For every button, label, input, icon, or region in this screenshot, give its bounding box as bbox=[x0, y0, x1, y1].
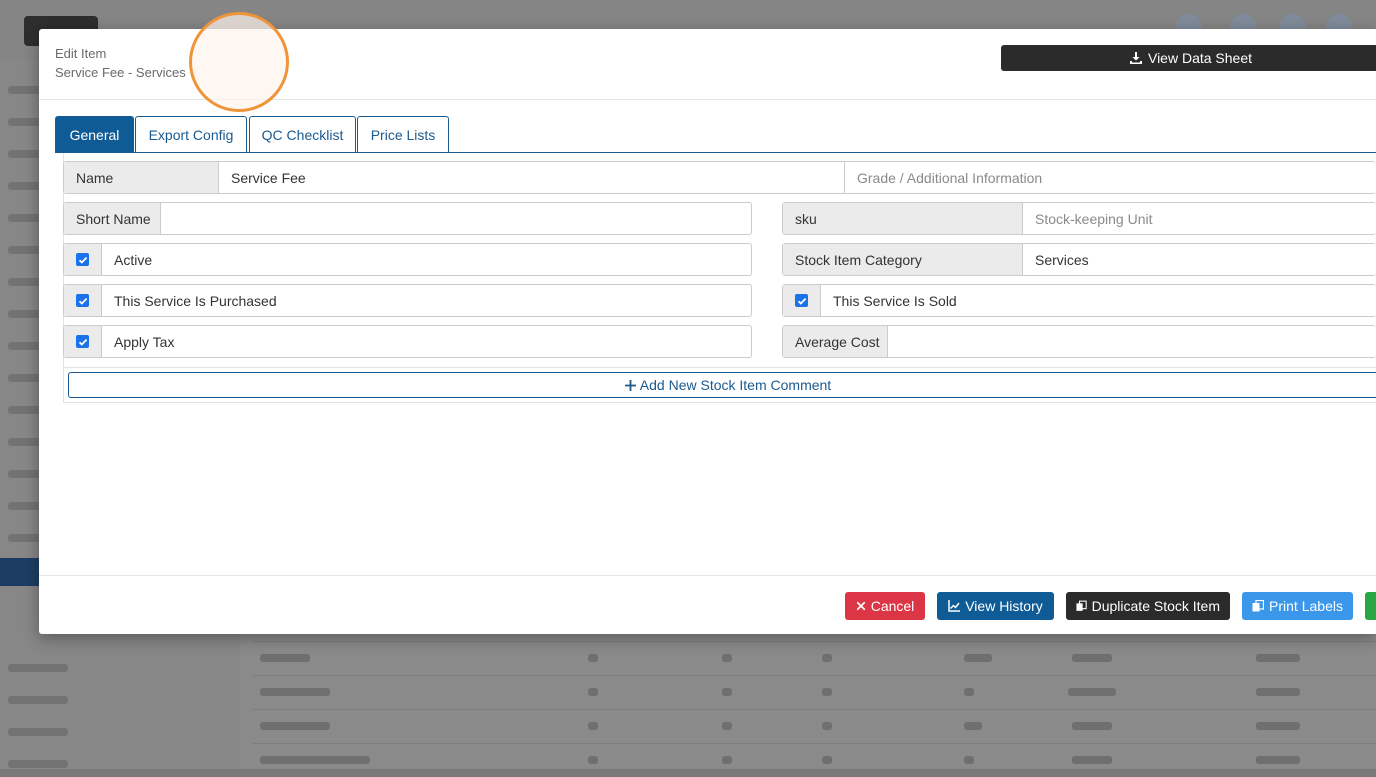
apply-tax-field: Apply Tax bbox=[63, 325, 752, 358]
average-cost-label: Average Cost bbox=[783, 326, 888, 357]
print-labels-label: Print Labels bbox=[1269, 598, 1343, 614]
sold-label: This Service Is Sold bbox=[833, 292, 957, 309]
copy-icon bbox=[1252, 600, 1265, 612]
category-label: Stock Item Category bbox=[783, 244, 1023, 275]
background-sidebar-item bbox=[8, 664, 68, 672]
name-label: Name bbox=[64, 162, 219, 193]
check-icon bbox=[797, 297, 806, 305]
background-sidebar-item bbox=[8, 760, 68, 768]
check-icon bbox=[78, 256, 87, 264]
add-comment-label: Add New Stock Item Comment bbox=[639, 377, 832, 393]
view-data-sheet-button[interactable]: View Data Sheet bbox=[1001, 45, 1376, 71]
sold-checkbox[interactable] bbox=[783, 285, 821, 316]
tab-price-lists[interactable]: Price Lists bbox=[357, 116, 449, 152]
check-icon bbox=[78, 338, 87, 346]
background-sidebar-item bbox=[8, 728, 68, 736]
name-field: Name Service Fee Grade / Additional Info… bbox=[63, 161, 1376, 194]
active-checkbox[interactable] bbox=[64, 244, 102, 275]
sku-label: sku bbox=[783, 203, 1023, 234]
download-icon bbox=[1129, 52, 1142, 64]
purchased-label: This Service Is Purchased bbox=[114, 292, 277, 309]
background-sidebar-item bbox=[8, 696, 68, 704]
short-name-input[interactable] bbox=[161, 203, 751, 234]
apply-tax-checkbox[interactable] bbox=[64, 326, 102, 357]
category-field: Stock Item Category Services bbox=[782, 243, 1376, 276]
duplicate-label: Duplicate Stock Item bbox=[1091, 598, 1220, 614]
cancel-label: Cancel bbox=[870, 598, 915, 614]
active-label: Active bbox=[114, 251, 153, 268]
save-button[interactable] bbox=[1365, 592, 1376, 620]
background-table-row bbox=[252, 675, 1376, 709]
category-select[interactable]: Services bbox=[1023, 244, 1376, 275]
duplicate-stock-item-button[interactable]: Duplicate Stock Item bbox=[1066, 592, 1230, 620]
sku-field: sku Stock-keeping Unit bbox=[782, 202, 1376, 235]
tab-bar: General Export Config QC Checklist Price… bbox=[55, 116, 1376, 153]
check-icon bbox=[78, 297, 87, 305]
active-field: Active bbox=[63, 243, 752, 276]
sku-input[interactable]: Stock-keeping Unit bbox=[1023, 203, 1376, 234]
average-cost-field: Average Cost bbox=[782, 325, 1376, 358]
copy-icon bbox=[1076, 600, 1087, 611]
view-history-label: View History bbox=[965, 598, 1043, 614]
tab-general[interactable]: General bbox=[55, 116, 134, 152]
view-history-button[interactable]: View History bbox=[937, 592, 1054, 620]
cursor-highlight bbox=[189, 12, 289, 112]
modal-footer: Cancel View History Duplicate Stock Item… bbox=[39, 575, 1376, 634]
times-icon bbox=[856, 601, 866, 611]
view-data-sheet-label: View Data Sheet bbox=[1147, 50, 1253, 66]
background-table-row bbox=[252, 743, 1376, 777]
modal-title: Service Fee - Services bbox=[55, 65, 186, 80]
plus-icon bbox=[624, 379, 636, 391]
add-comment-button[interactable]: Add New Stock Item Comment bbox=[68, 372, 1376, 398]
line-chart-icon bbox=[948, 600, 961, 612]
tab-export-config[interactable]: Export Config bbox=[135, 116, 247, 152]
sold-field: This Service Is Sold bbox=[782, 284, 1376, 317]
purchased-checkbox[interactable] bbox=[64, 285, 102, 316]
short-name-field: Short Name bbox=[63, 202, 752, 235]
grade-input[interactable]: Grade / Additional Information bbox=[844, 162, 1376, 193]
average-cost-input[interactable] bbox=[888, 326, 1376, 357]
background-table-row bbox=[252, 709, 1376, 743]
cancel-button[interactable]: Cancel bbox=[845, 592, 925, 620]
purchased-field: This Service Is Purchased bbox=[63, 284, 752, 317]
background-table-row bbox=[252, 641, 1376, 675]
print-labels-button[interactable]: Print Labels bbox=[1242, 592, 1353, 620]
apply-tax-label: Apply Tax bbox=[114, 333, 175, 350]
tab-qc-checklist[interactable]: QC Checklist bbox=[249, 116, 356, 152]
modal-subtitle: Edit Item bbox=[55, 46, 107, 61]
name-input[interactable]: Service Fee bbox=[219, 162, 844, 193]
edit-item-modal: Edit Item Service Fee - Services View Da… bbox=[39, 29, 1376, 634]
short-name-label: Short Name bbox=[64, 203, 161, 234]
